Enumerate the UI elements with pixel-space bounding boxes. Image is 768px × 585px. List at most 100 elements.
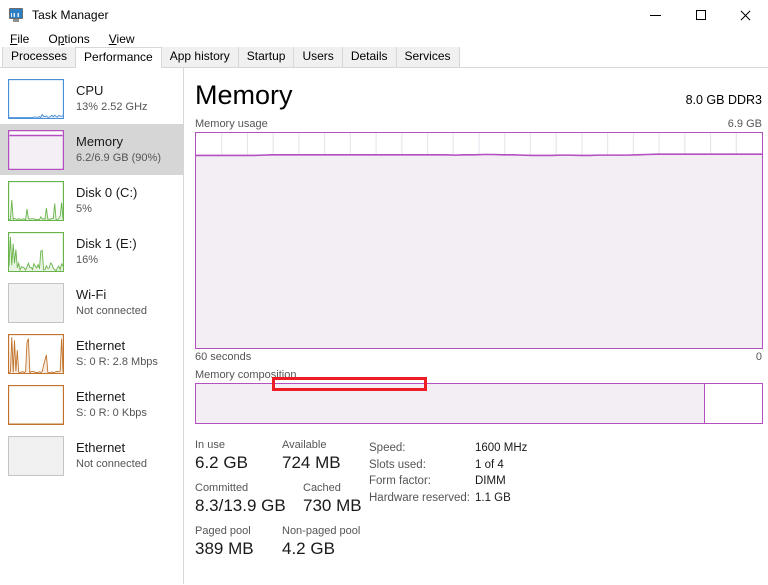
sidebar-thumb-ethernet-2: [8, 384, 64, 425]
panel-header: Memory 8.0 GB DDR3: [195, 80, 763, 110]
sidebar-item-texts: Ethernet S: 0 R: 2.8 Mbps: [76, 338, 158, 369]
sidebar-item-subtitle: 16%: [76, 254, 99, 266]
sidebar-item-title: Disk 0 (C:): [76, 185, 138, 200]
sidebar-thumb-disk-0: [8, 180, 64, 221]
stat-non-paged-pool: Non-paged pool 4.2 GB: [282, 524, 369, 560]
sidebar-item-disk-1[interactable]: Disk 1 (E:) 16%: [0, 226, 183, 277]
sidebar-item-ethernet-1[interactable]: Ethernet S: 0 R: 2.8 Mbps: [0, 328, 183, 379]
spec-line-speed: Speed: 1600 MHz: [369, 440, 759, 457]
spec-key: Slots used:: [369, 458, 426, 471]
sidebar-thumb-ethernet-1: [8, 333, 64, 374]
stat-committed: Committed 8.3/13.9 GB: [195, 481, 303, 517]
content-area: CPU 13% 2.52 GHz Memory 6.2/6.9 GB (90%) Dis…: [0, 68, 768, 584]
tab-details[interactable]: Details: [341, 47, 397, 67]
menu-item-file-rest: ile: [17, 32, 30, 46]
sidebar-item-texts: Memory 6.2/6.9 GB (90%): [76, 134, 161, 165]
memory-composition-label: Memory composition: [195, 369, 297, 381]
window-title: Task Manager: [32, 8, 109, 22]
stat-non-paged-pool-value: 4.2 GB: [282, 539, 335, 558]
axis-label-left: 60 seconds: [195, 351, 252, 363]
memory-usage-chart: [196, 133, 762, 348]
menu-bar: File Options View: [0, 30, 768, 48]
sidebar-item-texts: Ethernet S: 0 R: 0 Kbps: [76, 389, 147, 420]
sidebar-thumb-disk-1: [8, 231, 64, 272]
resource-sidebar[interactable]: CPU 13% 2.52 GHz Memory 6.2/6.9 GB (90%) Dis…: [0, 68, 184, 584]
title-bar: Task Manager: [0, 0, 768, 30]
memory-composition-bar[interactable]: [195, 383, 763, 424]
stat-paged-pool-label: Paged pool: [195, 525, 251, 537]
stat-in-use: In use 6.2 GB: [195, 438, 282, 474]
sidebar-item-texts: CPU 13% 2.52 GHz: [76, 83, 148, 114]
tab-performance[interactable]: Performance: [75, 47, 162, 68]
composition-segment-free[interactable]: [705, 384, 762, 423]
stat-available-label: Available: [282, 439, 327, 451]
sidebar-item-texts: Wi-Fi Not connected: [76, 287, 147, 318]
tab-app-history[interactable]: App history: [160, 47, 239, 67]
tab-users[interactable]: Users: [293, 47, 343, 67]
memory-stats: In use 6.2 GB Available 724 MB Committed…: [195, 438, 763, 567]
stat-available: Available 724 MB: [282, 438, 369, 474]
sidebar-item-title: Disk 1 (E:): [76, 236, 137, 251]
stat-in-use-label: In use: [195, 439, 225, 451]
tab-processes[interactable]: Processes: [2, 47, 77, 67]
sidebar-item-ethernet-3[interactable]: Ethernet Not connected: [0, 430, 183, 481]
graph-axis-caption: 60 seconds 0: [195, 351, 763, 363]
sidebar-item-title: Memory: [76, 134, 123, 149]
task-manager-icon: [9, 7, 25, 23]
menu-item-options-rest: tions: [64, 32, 90, 46]
page-title: Memory: [195, 80, 293, 110]
stat-committed-label: Committed: [195, 482, 249, 494]
tab-services[interactable]: Services: [395, 47, 460, 67]
menu-item-view[interactable]: View: [107, 31, 143, 47]
memory-usage-graph[interactable]: [195, 132, 763, 349]
sidebar-item-title: Ethernet: [76, 389, 126, 404]
composition-segment-in-use[interactable]: [196, 384, 706, 423]
sidebar-item-ethernet-2[interactable]: Ethernet S: 0 R: 0 Kbps: [0, 379, 183, 430]
sidebar-item-title: Ethernet: [76, 440, 126, 455]
sidebar-item-subtitle: Not connected: [76, 305, 147, 317]
stat-in-use-value: 6.2 GB: [195, 453, 248, 472]
sidebar-item-texts: Disk 1 (E:) 16%: [76, 236, 137, 267]
sidebar-thumb-cpu: [8, 78, 64, 119]
graph-caption-right: 6.9 GB: [727, 118, 762, 130]
sidebar-thumb-ethernet-3: [8, 435, 64, 476]
sidebar-item-title: CPU: [76, 83, 104, 98]
maximize-button[interactable]: [678, 0, 723, 30]
spec-line-form-factor: Form factor: DIMM: [369, 473, 759, 490]
sidebar-item-wifi[interactable]: Wi-Fi Not connected: [0, 277, 183, 328]
sidebar-item-subtitle: S: 0 R: 2.8 Mbps: [76, 356, 158, 368]
stat-cached-value: 730 MB: [303, 496, 362, 515]
axis-label-right: 0: [755, 351, 762, 363]
stat-paged-pool: Paged pool 389 MB: [195, 524, 282, 560]
menu-item-options[interactable]: Options: [46, 31, 97, 47]
sidebar-item-subtitle: 6.2/6.9 GB (90%): [76, 152, 161, 164]
close-button[interactable]: [723, 0, 768, 30]
sidebar-item-cpu[interactable]: CPU 13% 2.52 GHz: [0, 73, 183, 124]
performance-detail-panel: Memory 8.0 GB DDR3 Memory usage 6.9 GB 6…: [184, 68, 768, 584]
stat-paged-pool-value: 389 MB: [195, 539, 254, 558]
menu-item-file[interactable]: File: [8, 31, 37, 47]
minimize-button[interactable]: [633, 0, 678, 30]
stat-row-pools: Paged pool 389 MB Non-paged pool 4.2 GB: [195, 524, 369, 560]
spec-value: 1600 MHz: [475, 442, 528, 454]
sidebar-item-title: Ethernet: [76, 338, 126, 353]
sidebar-item-subtitle: Not connected: [76, 458, 147, 470]
sidebar-item-disk-0[interactable]: Disk 0 (C:) 5%: [0, 175, 183, 226]
menu-item-view-rest: iew: [116, 32, 135, 46]
sidebar-item-title: Wi-Fi: [76, 287, 107, 302]
tab-startup[interactable]: Startup: [237, 47, 295, 67]
stat-non-paged-pool-label: Non-paged pool: [282, 525, 361, 537]
spec-value: DIMM: [475, 475, 506, 487]
memory-spec-label: 8.0 GB DDR3: [685, 93, 762, 107]
graph-caption: Memory usage 6.9 GB: [195, 118, 763, 130]
sidebar-item-memory[interactable]: Memory 6.2/6.9 GB (90%): [0, 124, 183, 175]
spec-key: Speed:: [369, 442, 406, 454]
sidebar-item-subtitle: S: 0 R: 0 Kbps: [76, 407, 147, 419]
memory-hardware-specs: Speed: 1600 MHz Slots used: 1 of 4 Form fact…: [369, 438, 759, 567]
graph-caption-left: Memory usage: [195, 118, 268, 130]
window-controls: [633, 0, 768, 30]
spec-value: 1.1 GB: [475, 491, 511, 504]
spec-line-slots-used: Slots used: 1 of 4: [369, 457, 759, 474]
spec-line-hardware-reserved: Hardware reserved: 1.1 GB: [369, 490, 759, 507]
spec-value: 1 of 4: [475, 458, 504, 471]
